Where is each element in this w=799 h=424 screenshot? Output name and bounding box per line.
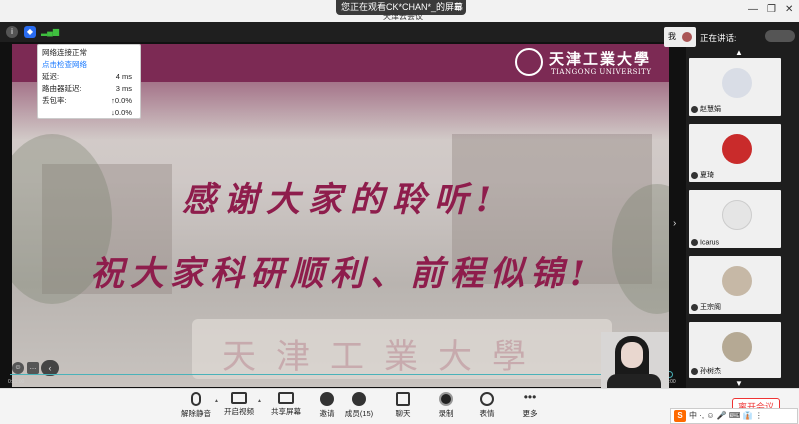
stone-inscription: 天津工業大學 — [222, 337, 546, 377]
router-latency-value: 3 ms — [115, 84, 132, 93]
avatar — [722, 332, 752, 362]
mic-muted-icon — [691, 238, 698, 246]
latency-row: 延迟: 4 ms — [42, 71, 136, 83]
reactions-button[interactable]: 表情 — [467, 392, 507, 419]
panel-layout-toggle[interactable] — [765, 30, 795, 42]
participant-tile[interactable]: 王宗阁 — [689, 256, 781, 314]
maximize-icon[interactable]: ❐ — [767, 4, 776, 15]
latency-value: 4 ms — [115, 72, 132, 81]
ime-status: 中 ·, ☺ 🎤 ⌨ 👔 ⋮ — [689, 411, 763, 420]
share-screen-label: 共享屏幕 — [271, 407, 301, 416]
router-latency-label: 路由器延迟: — [42, 84, 82, 93]
more-dots-icon: ••• — [523, 390, 537, 404]
unmute-button[interactable]: 解除静音 ▲ — [176, 392, 219, 419]
minimize-icon[interactable]: — — [748, 4, 758, 15]
network-status-text: 网络连接正常 — [42, 48, 87, 57]
sogou-ime-icon: S — [674, 410, 686, 422]
share-screen-button[interactable]: 共享屏幕 — [266, 392, 306, 417]
camera-off-icon — [231, 392, 247, 404]
slide-wishes-line: 祝大家科研顺利、前程似锦! — [90, 254, 591, 294]
members-button[interactable]: 成员(15) — [339, 392, 379, 419]
timeline-bar[interactable] — [10, 374, 670, 375]
scroll-down-icon[interactable]: ▼ — [735, 379, 743, 388]
participant-name: 孙树杰 — [700, 368, 721, 375]
record-label: 录制 — [438, 409, 454, 418]
latency-label: 延迟: — [42, 72, 60, 81]
me-label: 我 — [668, 32, 676, 41]
info-icon[interactable]: i — [6, 26, 18, 38]
mic-muted-icon — [691, 105, 698, 113]
record-icon — [439, 392, 453, 406]
avatar — [722, 134, 752, 164]
mic-muted-icon — [691, 303, 698, 311]
share-screen-icon — [278, 392, 294, 404]
ime-toolbar[interactable]: S中 ·, ☺ 🎤 ⌨ 👔 ⋮ — [670, 408, 798, 424]
reactions-label: 表情 — [479, 409, 495, 418]
chevron-right-icon[interactable]: › — [673, 218, 676, 229]
start-video-button[interactable]: 开启视频 ▲ — [219, 392, 262, 417]
mic-muted-icon — [691, 171, 698, 179]
network-status-popup: 网络连接正常 点击检查网络 延迟: 4 ms 路由器延迟: 3 ms 丢包率: … — [37, 44, 141, 119]
members-label: 成员(15) — [344, 409, 374, 418]
packet-loss-label: 丢包率: — [42, 96, 67, 105]
meeting-title: 天津云会议 — [383, 12, 423, 21]
more-button[interactable]: ••• 更多 — [510, 390, 550, 419]
start-video-label: 开启视频 — [224, 407, 254, 416]
packet-loss-down-value: ↓0.0% — [111, 108, 132, 117]
microphone-muted-icon — [191, 392, 201, 406]
chat-label: 聊天 — [395, 409, 411, 418]
more-label: 更多 — [522, 409, 538, 418]
status-bar: i ◆ ▂▄▆ — [0, 22, 686, 42]
presenter-video[interactable] — [601, 332, 669, 388]
avatar — [722, 266, 752, 296]
video-options-caret-icon[interactable]: ▲ — [257, 398, 262, 404]
title-bar: 您正在观看CK*CHAN*_的屏幕 ☰ 天津云会议 — ❐ ✕ — [0, 0, 799, 22]
slide-thanks-line: 感谢大家的聆听! — [182, 180, 499, 220]
self-avatar — [682, 32, 692, 42]
participant-name: 王宗阁 — [700, 304, 721, 311]
university-name-cn: 天津工業大學 — [549, 50, 652, 68]
chat-icon — [396, 392, 410, 406]
meeting-toolbar: 解除静音 ▲ 开启视频 ▲ 共享屏幕 邀请 成员(15) 聊天 录制 表情 ••… — [0, 388, 799, 424]
avatar — [722, 68, 752, 98]
packet-loss-up-value: ↑0.0% — [111, 96, 132, 105]
meeting-window: 您正在观看CK*CHAN*_的屏幕 ☰ 天津云会议 — ❐ ✕ i ◆ ▂▄▆ … — [0, 0, 799, 424]
scroll-up-icon[interactable]: ▲ — [735, 48, 743, 57]
chat-button[interactable]: 聊天 — [383, 392, 423, 419]
avatar — [722, 200, 752, 230]
menu-icon[interactable]: ☰ — [454, 0, 462, 15]
smiley-icon — [480, 392, 494, 406]
participant-name: 夏琦 — [700, 172, 714, 179]
packet-loss-row: 丢包率: ↑0.0% — [42, 95, 136, 107]
security-shield-icon[interactable]: ◆ — [24, 26, 36, 38]
university-name-en: TIANGONG UNIVERSITY — [551, 68, 652, 76]
members-icon — [352, 392, 366, 406]
router-latency-row: 路由器延迟: 3 ms — [42, 83, 136, 95]
participant-tile[interactable]: 夏琦 — [689, 124, 781, 182]
university-emblem-icon — [515, 48, 543, 76]
reaction-emoji-icon[interactable]: ☺ — [12, 362, 24, 374]
participant-tile[interactable]: 孙树杰 — [689, 322, 781, 378]
invite-person-icon — [320, 392, 334, 406]
participant-name: Icarus — [700, 239, 720, 246]
close-icon[interactable]: ✕ — [785, 4, 793, 15]
participant-tile[interactable]: Icarus — [689, 190, 781, 248]
participant-tile[interactable]: 赵慧娟 — [689, 58, 781, 116]
chat-bubble-icon[interactable]: … — [27, 362, 39, 374]
participant-name: 赵慧娟 — [700, 106, 721, 113]
mic-muted-icon — [691, 367, 698, 375]
speaking-label: 正在讲话: — [700, 33, 737, 43]
network-signal-icon[interactable]: ▂▄▆ — [41, 26, 59, 38]
packet-loss-down-row: ↓0.0% — [42, 107, 136, 119]
elapsed-time: 0:11:00 — [8, 379, 25, 385]
unmute-label: 解除静音 — [181, 409, 211, 418]
record-button[interactable]: 录制 — [426, 392, 466, 419]
check-network-link[interactable]: 点击检查网络 — [42, 59, 136, 71]
self-view-tab[interactable]: 我 — [664, 27, 696, 47]
